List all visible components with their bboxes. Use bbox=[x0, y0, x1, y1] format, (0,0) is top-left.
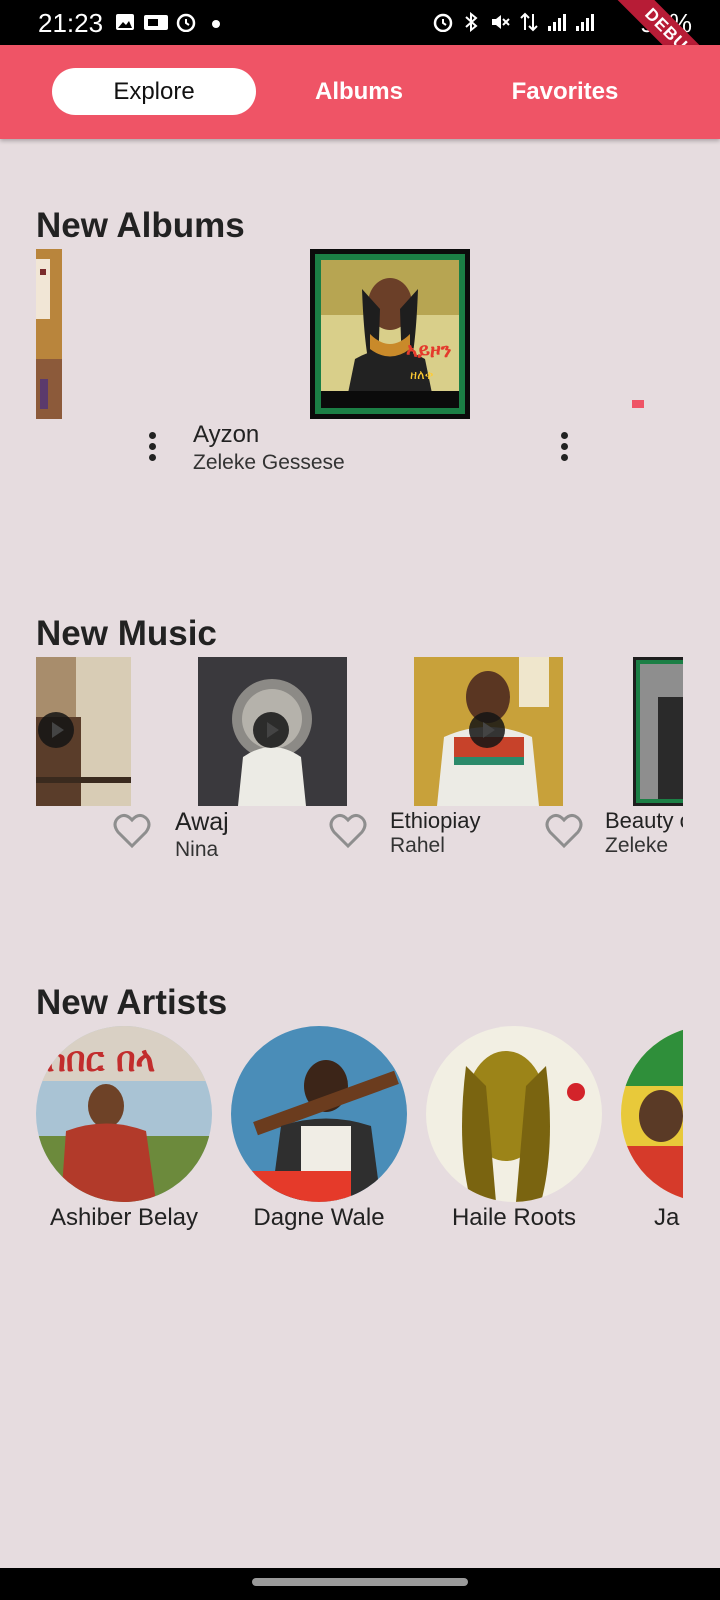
music-artist: Zeleke bbox=[605, 834, 669, 857]
album-artist: Zeleke Gessese bbox=[193, 451, 345, 474]
home-gesture-handle[interactable] bbox=[252, 1578, 468, 1586]
new-albums-heading: New Albums bbox=[36, 206, 245, 245]
system-navigation-bar bbox=[0, 1568, 720, 1600]
data-icon bbox=[518, 12, 540, 32]
dot-icon bbox=[207, 12, 229, 32]
album-title: Ayzon bbox=[193, 421, 260, 448]
cast-icon bbox=[143, 12, 169, 32]
signal-icon bbox=[574, 12, 596, 32]
album-cover-partial bbox=[632, 400, 644, 408]
music-artist: Rahel bbox=[390, 834, 445, 857]
bluetooth-icon bbox=[460, 11, 482, 33]
music-title: Beauty o bbox=[605, 808, 683, 833]
play-icon[interactable] bbox=[253, 712, 289, 748]
svg-text:ሰበር በላ: ሰበር በላ bbox=[46, 1040, 155, 1080]
music-title: Ethiopiay bbox=[390, 808, 481, 833]
new-music-heading: New Music bbox=[36, 614, 217, 653]
album-more-icon[interactable] bbox=[147, 432, 157, 466]
favorite-heart-icon[interactable] bbox=[544, 812, 584, 850]
tab-favorites[interactable]: Favorites bbox=[463, 68, 667, 115]
music-cover-partial[interactable] bbox=[633, 657, 683, 806]
svg-text:ዘለቀ: ዘለቀ bbox=[410, 368, 434, 383]
top-tab-bar: Explore Albums Favorites bbox=[0, 45, 720, 139]
alarm-icon bbox=[175, 12, 197, 33]
play-icon[interactable] bbox=[38, 712, 74, 748]
alarm-icon bbox=[432, 12, 454, 33]
album-cover[interactable]: ኣይዞን ዘለቀ bbox=[310, 249, 470, 419]
play-icon[interactable] bbox=[469, 712, 505, 748]
mute-icon bbox=[489, 12, 511, 32]
tab-albums[interactable]: Albums bbox=[257, 68, 461, 115]
artist-avatar-partial[interactable] bbox=[621, 1026, 683, 1202]
music-cover[interactable] bbox=[414, 657, 563, 806]
album-cover-partial[interactable] bbox=[36, 249, 62, 419]
music-cover[interactable] bbox=[198, 657, 347, 806]
album-more-icon[interactable] bbox=[559, 432, 569, 466]
status-bar: 21:23 93% bbox=[0, 0, 720, 45]
favorite-heart-icon[interactable] bbox=[112, 812, 152, 850]
music-title: Awaj bbox=[175, 808, 229, 836]
music-artist: Nina bbox=[175, 838, 219, 861]
status-time: 21:23 bbox=[38, 8, 104, 38]
artist-name: Haile Roots bbox=[451, 1204, 577, 1231]
artist-avatar[interactable] bbox=[231, 1026, 407, 1202]
tab-explore[interactable]: Explore bbox=[52, 68, 256, 115]
svg-text:ኣይዞን: ኣይዞን bbox=[406, 338, 451, 362]
artist-name: Ja bbox=[654, 1204, 680, 1231]
signal-icon bbox=[546, 12, 568, 32]
artist-avatar[interactable]: ሰበር በላ bbox=[36, 1026, 212, 1202]
artist-avatar[interactable] bbox=[426, 1026, 602, 1202]
new-artists-heading: New Artists bbox=[36, 983, 228, 1022]
favorite-heart-icon[interactable] bbox=[328, 812, 368, 850]
gallery-icon bbox=[114, 12, 136, 32]
music-cover-partial[interactable] bbox=[36, 657, 131, 806]
artist-name: Ashiber Belay bbox=[49, 1204, 199, 1231]
artist-name: Dagne Wale bbox=[253, 1204, 385, 1231]
